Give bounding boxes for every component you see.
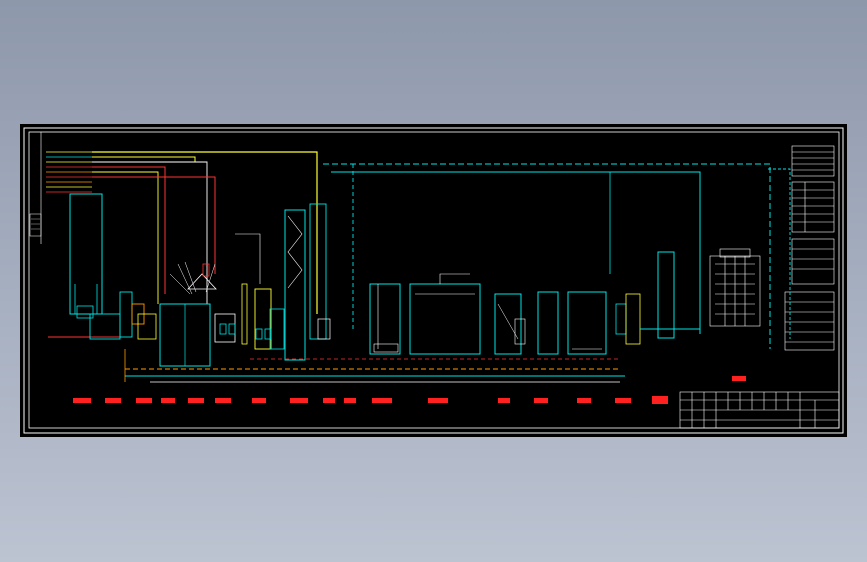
sludge-line-2 (92, 176, 216, 274)
main-reaction-tank (409, 283, 481, 355)
filter-tank-2 (494, 293, 522, 355)
tall-reactor (284, 209, 306, 361)
sludge-line-top (92, 166, 166, 294)
grit-chamber (119, 291, 133, 338)
parameter-tables (784, 145, 835, 351)
title-block (679, 391, 840, 429)
drawing-frame-outer (23, 127, 844, 434)
chemical-feed-main (92, 151, 318, 314)
cad-viewport[interactable] (20, 124, 847, 437)
equipment-label-marks (73, 376, 746, 404)
filter-tank-3 (537, 291, 559, 355)
left-margin-ticks (31, 218, 40, 230)
filter-tank-1 (369, 283, 401, 355)
process-water-top (323, 163, 771, 349)
left-margin-block (29, 213, 42, 237)
blower-icon (709, 248, 761, 327)
filter-tank-4 (567, 291, 607, 355)
screen-chamber (89, 313, 121, 340)
process-water-top2 (331, 171, 701, 334)
process-flow-diagram (23, 127, 844, 434)
chemical-feed-3 (92, 161, 208, 304)
legend (46, 151, 92, 193)
pump-icon (76, 305, 94, 319)
chemical-feed-2 (92, 156, 196, 162)
drawing-frame-inner (28, 131, 840, 429)
valve-icon (219, 323, 272, 340)
